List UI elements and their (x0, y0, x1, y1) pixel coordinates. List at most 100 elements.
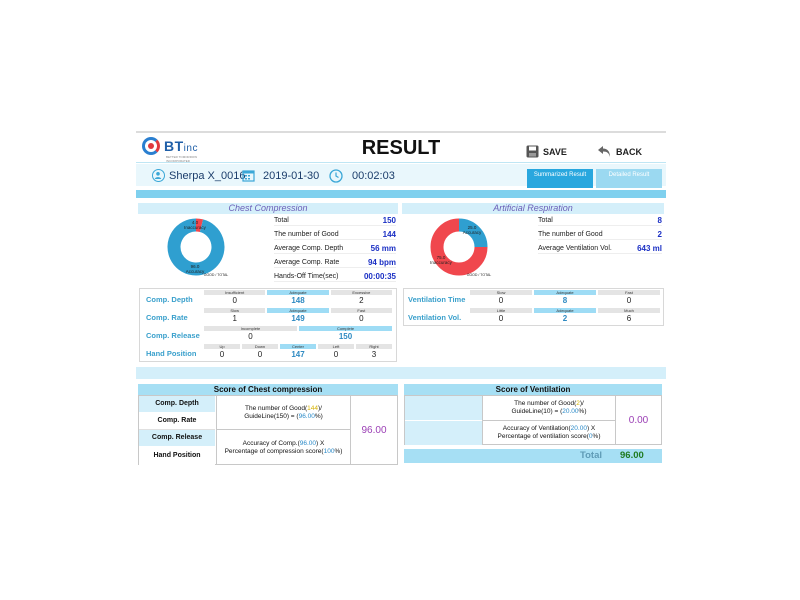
metric-cell-value: 149 (291, 314, 305, 323)
calendar-icon (242, 170, 255, 182)
metric-row: Incomplete 0 Complete 150 (204, 326, 394, 341)
metric-cell: Adequate 8 (534, 290, 596, 305)
tab-summarized-result[interactable]: Summarized Result (527, 169, 593, 188)
metric-cell-header: Adequate (267, 308, 329, 313)
stat-label: Average Ventilation Vol. (538, 245, 612, 252)
chest-score-value: 96.00 (350, 396, 397, 465)
metric-cell-header: Right (356, 344, 392, 349)
metric-cell-header: Slow (204, 308, 266, 313)
metric-cell: Fast 0 (330, 308, 392, 323)
metric-cell-value: 147 (291, 350, 305, 359)
time-info: 00:02:03 (329, 169, 395, 183)
metric-cell-header: Much (598, 308, 660, 313)
metric-cell: Left 0 (318, 344, 354, 359)
formula-text: %) (314, 412, 323, 420)
save-button[interactable]: SAVE (526, 145, 567, 158)
formula-percent: 20.00 (562, 408, 579, 415)
metric-cell-header: Left (318, 344, 354, 349)
metric-cell-header: Adequate (267, 290, 329, 295)
metric-cell-value: 6 (626, 314, 632, 323)
metric-cell-value: 0 (626, 296, 632, 305)
metric-cell-header: Adequate (534, 290, 596, 295)
metric-cell-value: 0 (219, 350, 225, 359)
score-ventilation-table: The number of Good(2)/GuideLine(10) = (2… (404, 395, 662, 445)
header-divider (136, 162, 666, 163)
formula-accuracy: 20.00 (570, 425, 587, 432)
stat-value: 56 mm (370, 244, 396, 253)
back-arrow-icon (598, 146, 610, 157)
stat-value: 94 bpm (367, 258, 396, 267)
accent-strip (136, 190, 666, 198)
top-divider (136, 131, 666, 133)
formula-text: )/ (579, 400, 584, 407)
formula-text: )/ (318, 404, 322, 412)
chest-donut-legend: GOOD / TOTAL (203, 273, 229, 277)
stat-label: Hands-Off Time(sec) (274, 273, 339, 280)
stat-row: The number of Good 2 (538, 230, 662, 240)
artificial-respiration-header: Artificial Respiration (402, 203, 664, 214)
metric-cell: Complete 150 (299, 326, 392, 341)
stat-label: Average Comp. Rate (274, 259, 340, 266)
score-chest-header: Score of Chest compression (138, 384, 398, 395)
accuracy-segment (167, 218, 225, 276)
stat-row: Average Ventilation Vol. 643 ml (538, 244, 662, 254)
vent-label-cell (405, 421, 482, 445)
formula-text: GuideLine(10) = ( (511, 408, 563, 415)
metric-cell: Much 6 (598, 308, 660, 323)
formula-text: ) X (586, 425, 596, 432)
stat-row: Total 150 (274, 216, 396, 226)
stat-value: 2 (657, 230, 662, 239)
metric-cell: Up 0 (204, 344, 240, 359)
metric-cell-header: Center (280, 344, 316, 349)
back-label: BACK (616, 146, 642, 157)
formula-text: ) X (316, 439, 325, 447)
session-date: 2019-01-30 (263, 169, 320, 182)
metric-cell-header: Insufficient (204, 290, 266, 295)
metric-label: Comp. Rate (146, 313, 188, 322)
metric-cell-value: 8 (562, 296, 568, 305)
stat-value: 150 (382, 216, 396, 225)
score-label-hand-position: Hand Position (139, 447, 215, 465)
metric-label: Comp. Depth (146, 295, 193, 304)
resp-accuracy-name: Accuracy (462, 230, 482, 235)
formula-text: Percentage of ventilation score( (497, 433, 589, 440)
stat-label: Total (538, 217, 553, 224)
score-label-comp-release: Comp. Release (139, 430, 215, 447)
metric-cell: Adequate 149 (267, 308, 329, 323)
total-score-bar: Total 96.00 (404, 449, 662, 463)
chest-inaccuracy-name: Inaccuracy (184, 225, 206, 230)
section-divider-bar (136, 367, 666, 379)
stat-value: 643 ml (637, 244, 662, 253)
stat-value: 8 (657, 216, 662, 225)
formula-text: Accuracy of Ventilation( (502, 425, 571, 432)
date-info: 2019-01-30 (242, 169, 319, 182)
metric-cell: Insufficient 0 (204, 290, 266, 305)
metric-cell-header: Incomplete (204, 326, 297, 331)
metric-row: Up 0 Down 0 Center 147 Left 0 Right 3 (204, 344, 394, 359)
tab-detailed-result[interactable]: Detailed Result (596, 169, 662, 188)
metric-cell-value: 0 (359, 314, 364, 323)
score-label-comp-depth: Comp. Depth (139, 396, 215, 413)
metric-cell: Slow 0 (470, 290, 532, 305)
clock-icon (329, 169, 343, 183)
stat-row: Average Comp. Rate 94 bpm (274, 258, 396, 268)
metric-cell: Incomplete 0 (204, 326, 297, 341)
save-label: SAVE (543, 146, 567, 157)
resp-donut-legend: GOOD / TOTAL (466, 273, 492, 277)
back-button[interactable]: BACK (597, 145, 642, 158)
formula-good-count: 144 (307, 404, 319, 412)
score-ventilation-header: Score of Ventilation (404, 384, 662, 395)
metric-row: Insufficient 0 Adequate 148 Excessive 2 (204, 290, 394, 305)
resp-inaccuracy-label: 75.0 Inaccuracy (426, 255, 456, 265)
metric-label: Hand Position (146, 349, 197, 358)
metric-cell-value: 1 (232, 314, 237, 323)
metric-cell: Adequate 148 (267, 290, 329, 305)
metric-cell-value: 2 (562, 314, 568, 323)
metric-cell-header: Excessive (330, 290, 392, 295)
vent-good-formula: The number of Good(2)/GuideLine(10) = (2… (482, 396, 615, 421)
metric-cell: Adequate 2 (534, 308, 596, 323)
metric-cell-value: 148 (291, 296, 305, 305)
metric-row: Slow 1 Adequate 149 Fast 0 (204, 308, 394, 323)
metric-cell: Excessive 2 (330, 290, 392, 305)
total-label: Total (580, 450, 602, 461)
